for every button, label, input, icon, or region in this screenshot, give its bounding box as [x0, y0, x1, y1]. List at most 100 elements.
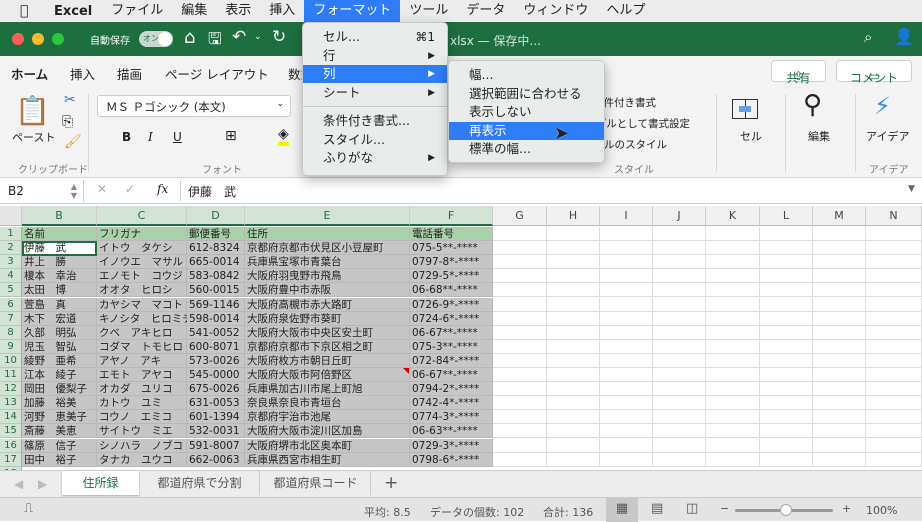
cell[interactable]: 631-0053 [187, 396, 245, 411]
empty-cell[interactable] [493, 241, 547, 256]
empty-cell[interactable] [706, 424, 760, 439]
cell[interactable]: 岡田 優梨子 [22, 382, 97, 397]
empty-cell[interactable] [547, 269, 600, 284]
cells-label[interactable]: セル [740, 128, 762, 144]
cell[interactable]: 大阪府羽曳野市飛鳥 [245, 269, 410, 284]
column-header-D[interactable]: D [187, 206, 245, 226]
empty-cell[interactable] [866, 325, 922, 340]
name-box[interactable]: B2 ▲ ▼ [0, 180, 84, 202]
cell[interactable]: 545-0000 [187, 368, 245, 382]
copy-icon[interactable]: ⎘ [62, 114, 73, 130]
add-sheet-button[interactable]: + [384, 473, 398, 493]
empty-cell[interactable] [760, 269, 813, 284]
cell[interactable]: 木下 宏道 [22, 311, 97, 326]
column-title-cell[interactable]: 名前 [22, 227, 97, 241]
zoom-slider-thumb[interactable] [780, 504, 792, 516]
prev-sheet-icon[interactable]: ◀ [14, 477, 23, 491]
empty-cell[interactable] [760, 396, 813, 411]
menu-item[interactable]: ふりがな ▶ [303, 149, 447, 167]
row-header[interactable]: 8 [0, 325, 22, 340]
cell[interactable]: 萱島 真 [22, 297, 97, 312]
empty-cell[interactable] [706, 311, 760, 326]
empty-cell[interactable] [653, 424, 706, 439]
empty-cell[interactable] [653, 368, 706, 382]
empty-cell[interactable] [653, 438, 706, 453]
empty-cell[interactable] [653, 283, 706, 298]
cell[interactable]: シノハラ ノブコ [97, 438, 187, 453]
cell[interactable]: 665-0014 [187, 255, 245, 270]
sheet-tab-address-book[interactable]: 住所録 [62, 471, 139, 495]
menu-item[interactable]: 幅... [449, 66, 604, 84]
empty-cell[interactable] [866, 227, 922, 241]
tab-draw[interactable]: 描画 [117, 64, 142, 83]
cell[interactable]: 斎藤 美恵 [22, 424, 97, 439]
comment-indicator-icon[interactable] [403, 368, 409, 374]
menu-item[interactable]: スタイル... [303, 131, 447, 149]
empty-cell[interactable] [706, 325, 760, 340]
empty-cell[interactable] [547, 382, 600, 397]
cell[interactable]: オオタ ヒロシ [97, 283, 187, 298]
row-header[interactable]: 3 [0, 255, 22, 270]
zoom-in-button[interactable]: + [842, 502, 851, 515]
empty-cell[interactable] [813, 368, 866, 382]
menu-item[interactable]: セル... ⌘1 [303, 28, 447, 46]
empty-cell[interactable] [547, 438, 600, 453]
empty-cell[interactable] [600, 241, 653, 256]
menu-file[interactable]: ファイル [102, 0, 172, 22]
empty-cell[interactable] [653, 396, 706, 411]
empty-cell[interactable] [866, 438, 922, 453]
row-header[interactable]: 15 [0, 424, 22, 439]
cell[interactable]: 06-67**-**** [410, 325, 493, 340]
row-header[interactable]: 12 [0, 382, 22, 397]
cell[interactable]: 大阪府堺市北区奥本町 [245, 438, 410, 453]
empty-cell[interactable] [493, 368, 547, 382]
close-window-button[interactable] [12, 33, 24, 45]
empty-cell[interactable] [600, 297, 653, 312]
empty-cell[interactable] [813, 438, 866, 453]
cell[interactable]: 560-0015 [187, 283, 245, 298]
column-header-B[interactable]: B [22, 206, 97, 226]
redo-icon[interactable]: ↻ [272, 27, 286, 47]
empty-cell[interactable] [493, 297, 547, 312]
empty-cell[interactable] [600, 311, 653, 326]
cell[interactable]: 0742-4*-**** [410, 396, 493, 411]
empty-cell[interactable] [493, 255, 547, 270]
menu-item[interactable]: 表示しない [449, 103, 604, 121]
empty-cell[interactable] [706, 410, 760, 425]
formula-input[interactable]: 伊藤 武 [188, 183, 236, 200]
empty-cell[interactable] [547, 339, 600, 354]
empty-cell[interactable] [706, 255, 760, 270]
column-header-K[interactable]: K [706, 206, 760, 226]
empty-cell[interactable] [493, 325, 547, 340]
empty-cell[interactable] [600, 283, 653, 298]
empty-cell[interactable] [600, 424, 653, 439]
empty-cell[interactable] [813, 241, 866, 256]
empty-cell[interactable] [547, 368, 600, 382]
empty-cell[interactable] [706, 382, 760, 397]
minimize-window-button[interactable] [32, 33, 44, 45]
cell[interactable]: 573-0026 [187, 353, 245, 368]
empty-cell[interactable] [653, 410, 706, 425]
empty-cell[interactable] [706, 297, 760, 312]
cell[interactable]: 0729-3*-**** [410, 438, 493, 453]
cell[interactable]: 大阪府泉佐野市葵町 [245, 311, 410, 326]
cell[interactable]: 06-67**-**** [410, 368, 493, 382]
empty-cell[interactable] [813, 255, 866, 270]
empty-cell[interactable] [813, 353, 866, 368]
empty-cell[interactable] [706, 353, 760, 368]
empty-cell[interactable] [493, 396, 547, 411]
menu-window[interactable]: ウィンドウ [514, 0, 597, 22]
cancel-icon[interactable]: ✕ [97, 182, 107, 196]
column-header-N[interactable]: N [866, 206, 922, 226]
cell[interactable]: 06-63**-**** [410, 424, 493, 439]
cell[interactable]: 675-0026 [187, 382, 245, 397]
cell[interactable]: 075-5**-**** [410, 241, 493, 256]
empty-cell[interactable] [760, 339, 813, 354]
underline-button[interactable]: U [173, 130, 182, 144]
empty-cell[interactable] [866, 452, 922, 467]
empty-cell[interactable] [813, 269, 866, 284]
cell[interactable]: 612-8324 [187, 241, 245, 256]
cell[interactable]: 0729-5*-**** [410, 269, 493, 284]
save-icon[interactable]: 🖫 [208, 28, 222, 55]
empty-cell[interactable] [493, 382, 547, 397]
